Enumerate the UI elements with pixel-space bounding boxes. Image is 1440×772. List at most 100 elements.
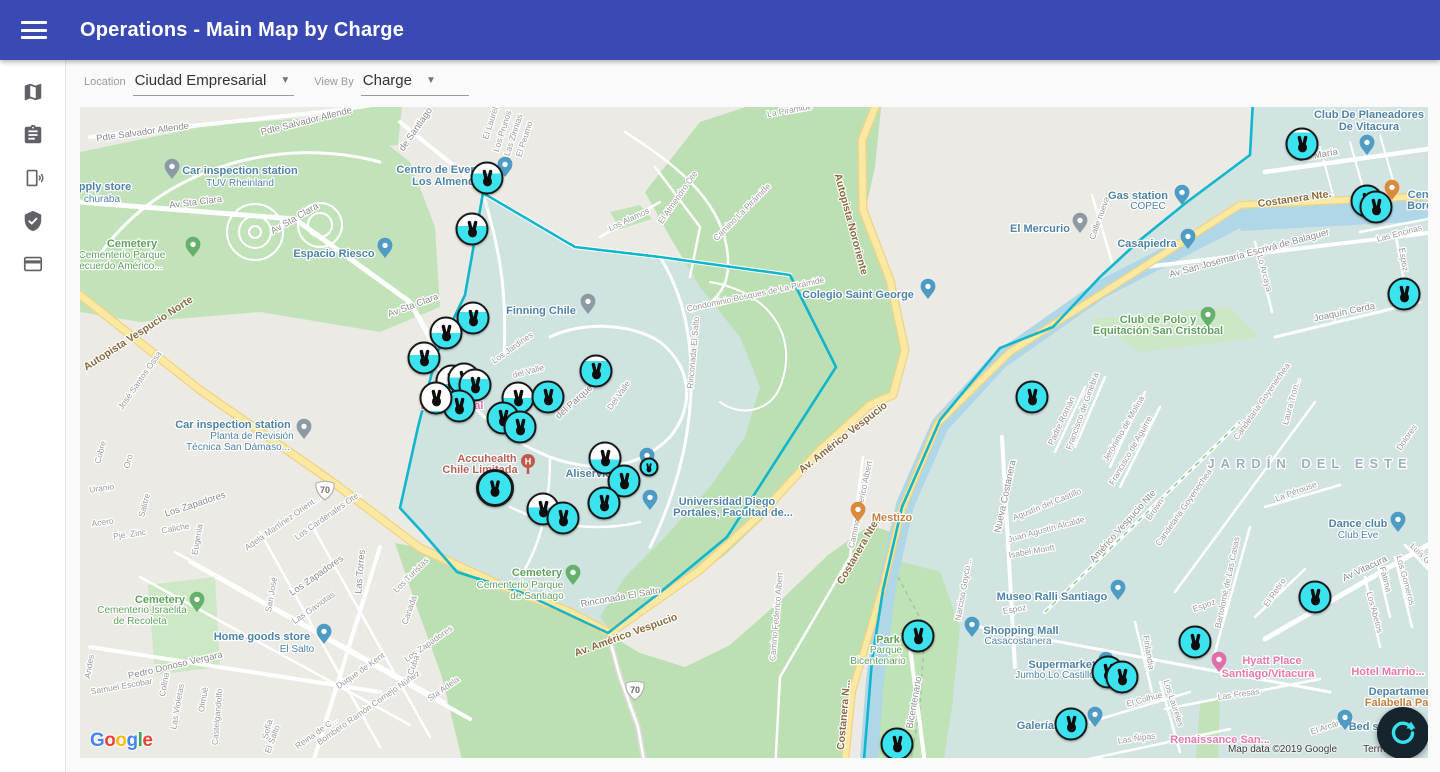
hamburger-menu-icon[interactable] [21,21,47,39]
sidebar-item-billing[interactable] [0,242,66,285]
svg-text:70: 70 [320,485,330,495]
map-label: Finning Chile [506,305,576,317]
rabbit-icon [1185,633,1205,653]
rabbit-icon [1022,388,1042,408]
rabbit-icon [887,735,907,755]
map-label: Cemetery [107,238,158,250]
rabbit-icon [594,494,614,514]
scooter-marker[interactable] [1179,626,1212,659]
rabbit-icon [586,362,606,382]
map-label: pply store [80,181,131,193]
location-select[interactable]: Ciudad Empresarial ▼ [133,72,295,96]
google-logo-letter: o [104,730,115,751]
map-label: Hyatt Place [1242,655,1301,667]
scooter-marker[interactable] [1360,191,1393,224]
scooter-marker[interactable] [640,458,659,477]
scooter-marker[interactable] [456,213,489,246]
viewby-select[interactable]: Charge ▼ [361,72,469,96]
map-label: Cementerio Parque [80,250,166,261]
sidebar-item-devices[interactable] [0,156,66,199]
map-label: Cementerio Israelita [97,605,187,616]
scooter-marker[interactable] [408,342,441,375]
rabbit-icon [1305,588,1325,608]
rabbit-icon [1292,135,1312,155]
svg-text:70: 70 [630,685,640,695]
map-label: Hotel Marrio... [1351,666,1424,678]
rabbit-icon [485,479,505,499]
refresh-button[interactable] [1377,707,1428,758]
clipboard-icon [22,124,44,146]
scooter-marker[interactable] [1016,381,1049,414]
chevron-down-icon: ▼ [426,75,436,86]
map-label: de Santiago [510,591,564,602]
page-title: Operations - Main Map by Charge [80,19,404,42]
rabbit-icon [414,349,434,369]
sidebar-item-map[interactable] [0,70,66,113]
scooter-marker[interactable] [580,355,613,388]
rabbit-icon [477,169,497,189]
map-label: churaba [84,194,121,205]
sidebar-item-tasks[interactable] [0,113,66,156]
scooter-marker[interactable] [504,411,537,444]
scooter-marker[interactable] [1055,708,1088,741]
scooter-marker[interactable] [532,381,565,414]
map-label: Car inspection station [182,165,298,177]
map-label: Colegio Saint George [802,289,914,301]
credit-card-icon [22,253,44,275]
map-label: El Salto [280,644,315,655]
scooter-marker[interactable] [476,469,514,507]
rabbit-icon [426,389,446,409]
scooter-marker[interactable] [1106,661,1139,694]
filter-toolbar: Location Ciudad Empresarial ▼ View By Ch… [66,60,1440,107]
chevron-down-icon: ▼ [280,75,290,86]
scooter-marker[interactable] [420,382,453,415]
rabbit-icon [595,449,615,469]
rabbit-icon [1061,715,1081,735]
map-label: De Vitacura [1339,121,1400,133]
rabbit-icon [436,324,456,344]
scooter-marker[interactable] [881,728,914,759]
scooter-marker[interactable] [471,162,504,195]
map-icon [22,81,44,103]
scooter-marker[interactable] [1299,581,1332,614]
map-label: Santiago/Vitacura [1222,668,1316,680]
map-label: Planta de Revisión [210,431,293,442]
map-label: el Recuerdo Américo... [80,261,163,272]
scooter-marker[interactable] [1388,278,1421,311]
map-label: Casacostanera [984,636,1052,647]
map-label: Mestizo [872,512,913,524]
map-canvas[interactable]: Pdte Salvador AllendePdte Salvador Allen… [80,107,1428,758]
google-logo-letter: g [127,730,138,751]
map-data-credit: Map data ©2019 Google [1228,744,1337,755]
rabbit-icon [463,309,483,329]
map-label: Bord [1407,200,1428,212]
left-sidebar [0,60,66,772]
scooter-marker[interactable] [588,487,621,520]
rabbit-icon [510,418,530,438]
google-logo[interactable]: Google [90,730,152,752]
app-window: Operations - Main Map by Charge Location… [0,0,1440,772]
scooter-marker[interactable] [547,502,580,535]
google-logo-letter: o [115,730,126,751]
viewby-label: View By [314,76,354,88]
sidebar-item-security[interactable] [0,199,66,242]
shield-check-icon [22,210,44,232]
map-label: Dance club [1329,518,1388,530]
refresh-icon [1388,718,1418,748]
svg-text:H: H [525,456,532,466]
device-signal-icon [22,167,44,189]
map-label: Club Eve [1338,530,1379,541]
scooter-marker[interactable] [1286,128,1319,161]
map-label: Car inspection station [175,419,291,431]
map-label: Jumbo Lo Castillo [1015,670,1095,681]
map-label: Cemetery [512,567,563,579]
rabbit-icon [553,509,573,529]
map-label: Bicentenario [850,656,906,667]
rabbit-icon [1394,285,1414,305]
map-label: TUV Rheinland [206,178,274,189]
map-label: Museo Ralli Santiago [997,591,1108,603]
scooter-marker[interactable] [902,620,935,653]
map-label: El Mercurio [1010,223,1070,235]
map-label: COPEC [1130,201,1166,212]
map-label: Parque [870,645,903,656]
